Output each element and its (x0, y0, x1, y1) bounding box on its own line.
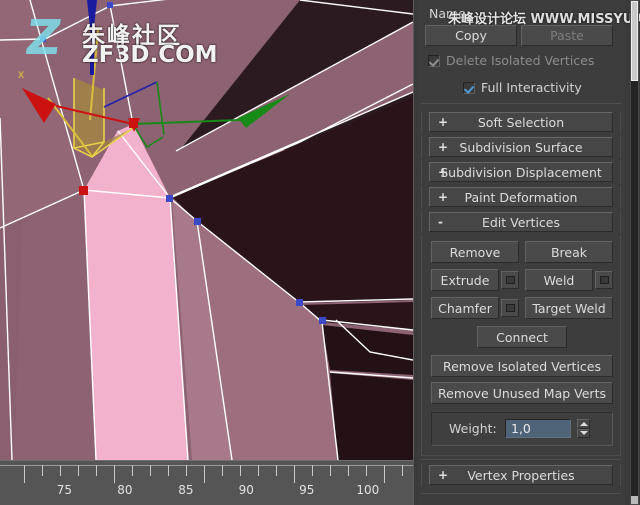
ruler-minor-tick (96, 465, 97, 476)
ruler-minor-tick (330, 465, 331, 476)
ruler-minor-tick (78, 465, 79, 476)
rollout-label: Paint Deformation (464, 189, 578, 205)
vertex[interactable] (194, 218, 201, 225)
vertex[interactable] (40, 36, 46, 42)
ruler-major-tick (114, 465, 115, 483)
chamfer-settings-button[interactable] (501, 299, 519, 317)
break-button[interactable]: Break (525, 241, 613, 263)
selected-vertex[interactable] (79, 186, 88, 195)
ruler-major-tick (384, 465, 385, 483)
command-panel: Name: Copy Paste Delete Isolated Vertice… (413, 0, 640, 505)
viewport-geometry (0, 0, 413, 460)
weight-spinner[interactable] (577, 419, 590, 438)
axis-label-x: X (18, 70, 25, 80)
delete-isolated-vertices-checkbox[interactable]: Delete Isolated Vertices (428, 53, 594, 68)
perspective-viewport[interactable]: Z 朱峰社区 ZF3D.COM X (0, 0, 413, 460)
rollout-label: Subdivision Displacement (440, 164, 602, 180)
ruler-minor-tick (168, 465, 169, 476)
rollout-vertex-properties[interactable]: + Vertex Properties (429, 465, 613, 485)
ruler-minor-tick (222, 465, 223, 476)
vertex[interactable] (319, 317, 326, 324)
paste-button[interactable]: Paste (521, 25, 613, 46)
scrollbar-thumb[interactable] (631, 1, 638, 81)
expand-icon: + (438, 140, 449, 154)
weight-label: Weight: (449, 421, 497, 436)
chamfer-button[interactable]: Chamfer (431, 297, 499, 319)
expand-icon: + (438, 190, 449, 204)
full-interactivity-checkbox[interactable]: Full Interactivity (463, 80, 582, 95)
gizmo-center-box[interactable] (129, 119, 138, 128)
ruler-major-tick (294, 465, 295, 483)
ruler-minor-tick (312, 465, 313, 476)
spinner-down-icon[interactable] (577, 428, 590, 438)
copy-button[interactable]: Copy (425, 25, 517, 46)
ruler-minor-tick (258, 465, 259, 476)
rollout-label: Subdivision Surface (459, 139, 583, 155)
ruler-minor-tick (60, 465, 61, 476)
ruler-label: 85 (178, 483, 194, 497)
rollout-paint-deformation[interactable]: + Paint Deformation (429, 187, 613, 207)
rollout-label: Vertex Properties (467, 467, 575, 483)
ruler-label: 90 (238, 483, 254, 497)
rollout-label: Soft Selection (477, 114, 565, 130)
modifier-rollouts: Name: Copy Paste Delete Isolated Vertice… (417, 0, 640, 505)
rollout-edit-vertices[interactable]: - Edit Vertices (429, 212, 613, 232)
expand-icon: + (438, 165, 449, 179)
expand-icon: + (438, 115, 449, 129)
ruler-major-tick (24, 465, 25, 483)
ruler-label: 75 (56, 483, 73, 497)
rollout-subdivision-displacement[interactable]: + Subdivision Displacement (429, 162, 613, 182)
settings-box-icon (599, 276, 609, 284)
panel-scrollbar[interactable] (630, 0, 639, 505)
rollout-label: Edit Vertices (481, 214, 561, 230)
divider (421, 493, 621, 494)
scrollbar-bottom-cap[interactable] (631, 496, 638, 504)
extrude-settings-button[interactable] (501, 271, 519, 289)
ruler-minor-tick (402, 465, 403, 476)
ruler-minor-tick (186, 465, 187, 476)
horizontal-ruler[interactable]: 75 80 85 90 95 100 (0, 460, 413, 505)
ruler-minor-tick (132, 465, 133, 476)
vertex[interactable] (166, 195, 173, 202)
ruler-minor-tick (366, 465, 367, 476)
shadow-face (330, 373, 413, 460)
ruler-label: 95 (299, 483, 315, 497)
ruler-minor-tick (348, 465, 349, 476)
ruler-minor-tick (240, 465, 241, 476)
ruler-label: 80 (117, 483, 133, 497)
ruler-minor-tick (42, 465, 43, 476)
ruler-minor-tick (150, 465, 151, 476)
remove-isolated-vertices-button[interactable]: Remove Isolated Vertices (431, 355, 613, 377)
weld-settings-button[interactable] (595, 271, 613, 289)
divider (421, 103, 621, 104)
remove-unused-map-verts-button[interactable]: Remove Unused Map Verts (431, 382, 613, 404)
ruler-label: 100 (356, 483, 380, 497)
ruler-baseline (0, 465, 413, 466)
expand-icon: + (438, 468, 449, 482)
rollout-soft-selection[interactable]: + Soft Selection (429, 112, 613, 132)
checkbox-icon[interactable] (463, 81, 475, 94)
rollout-subdivision-surface[interactable]: + Subdivision Surface (429, 137, 613, 157)
ruler-minor-tick (276, 465, 277, 476)
vertex[interactable] (296, 299, 303, 306)
3dsmax-window: Z 朱峰社区 ZF3D.COM X 75 80 85 90 95 100 Name: Co… (0, 0, 640, 505)
remove-button[interactable]: Remove (431, 241, 519, 263)
name-label: Name: (429, 6, 471, 21)
settings-box-icon (505, 304, 515, 312)
checkbox-icon[interactable] (428, 54, 440, 67)
ruler-major-tick (204, 465, 205, 483)
spinner-up-icon[interactable] (577, 419, 590, 429)
target-weld-button[interactable]: Target Weld (525, 297, 613, 319)
divider (421, 459, 621, 460)
settings-box-icon (505, 276, 515, 284)
connect-button[interactable]: Connect (477, 326, 567, 348)
weld-button[interactable]: Weld (525, 269, 593, 291)
vertex[interactable] (107, 2, 113, 8)
collapse-icon: - (438, 215, 443, 229)
full-interactivity-label: Full Interactivity (481, 80, 582, 95)
gizmo-z-arrow[interactable] (87, 0, 97, 45)
extrude-button[interactable]: Extrude (431, 269, 499, 291)
weight-input[interactable]: 1,0 (505, 419, 571, 438)
delete-isolated-vertices-label: Delete Isolated Vertices (446, 53, 595, 68)
